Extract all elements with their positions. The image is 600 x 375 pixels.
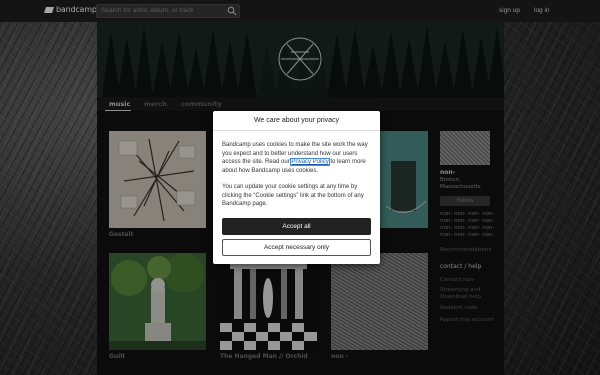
accept-all-button[interactable]: Accept all <box>222 218 371 235</box>
cookie-consent-dialog: We care about your privacy Bandcamp uses… <box>213 111 380 264</box>
privacy-policy-link[interactable]: Privacy Policy <box>290 158 330 167</box>
cookie-description: Bandcamp uses cookies to make the site w… <box>222 142 368 175</box>
accept-necessary-button[interactable]: Accept necessary only <box>222 239 371 256</box>
dialog-title: We care about your privacy <box>213 111 380 131</box>
cookie-settings-note: You can update your cookie settings at a… <box>222 184 364 208</box>
